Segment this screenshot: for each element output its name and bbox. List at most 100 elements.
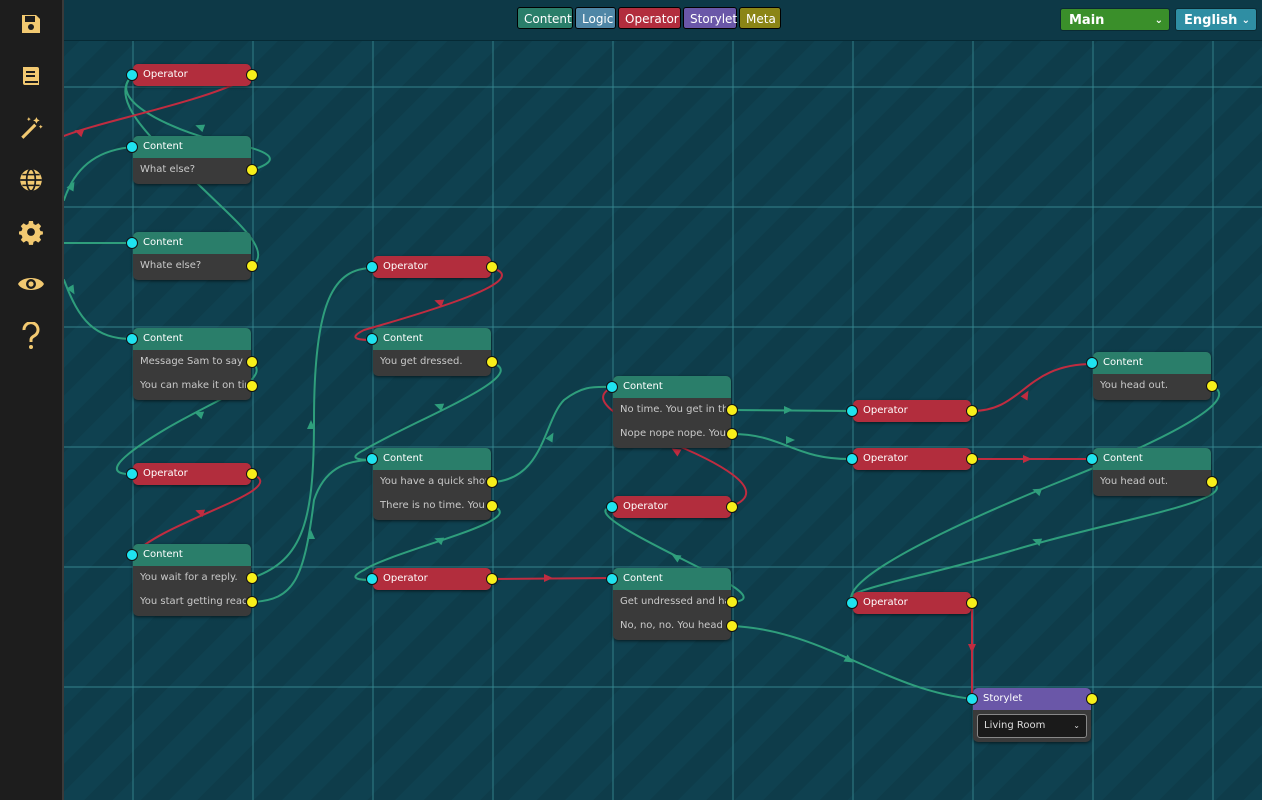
connection-wire[interactable] xyxy=(731,433,854,461)
input-port[interactable] xyxy=(846,405,858,417)
output-port[interactable] xyxy=(486,356,498,368)
output-port[interactable] xyxy=(246,69,258,81)
category-button-operator[interactable]: Operator xyxy=(618,7,681,29)
content-node[interactable]: Content You head out. xyxy=(1086,448,1218,496)
output-port[interactable] xyxy=(726,596,738,608)
magic-wand-icon xyxy=(21,117,43,139)
language-select-value: English xyxy=(1184,13,1238,28)
connection-wire[interactable] xyxy=(971,363,1094,412)
input-port[interactable] xyxy=(366,453,378,465)
output-port[interactable] xyxy=(246,380,258,392)
node-title: Operator xyxy=(373,568,491,590)
connection-wire[interactable] xyxy=(251,267,374,579)
output-port[interactable] xyxy=(966,597,978,609)
output-port[interactable] xyxy=(246,260,258,272)
input-port[interactable] xyxy=(126,141,138,153)
connection-wire[interactable] xyxy=(64,279,134,340)
category-button-storylet[interactable]: Storylet xyxy=(683,7,737,29)
preview-button[interactable] xyxy=(15,268,47,300)
output-port[interactable] xyxy=(726,428,738,440)
category-button-logic[interactable]: Logic xyxy=(575,7,616,29)
operator-node[interactable]: Operator xyxy=(846,448,978,470)
node-canvas[interactable]: Operator Content What else? Content What… xyxy=(64,0,1262,800)
input-port[interactable] xyxy=(846,597,858,609)
input-port[interactable] xyxy=(1086,453,1098,465)
operator-node[interactable]: Operator xyxy=(366,568,498,590)
output-port[interactable] xyxy=(486,476,498,488)
output-port[interactable] xyxy=(726,501,738,513)
input-port[interactable] xyxy=(606,381,618,393)
input-port[interactable] xyxy=(846,453,858,465)
node-title: Content xyxy=(613,568,731,590)
output-port[interactable] xyxy=(486,573,498,585)
operator-node[interactable]: Operator xyxy=(606,496,738,518)
output-port[interactable] xyxy=(726,404,738,416)
output-port[interactable] xyxy=(966,453,978,465)
book-button[interactable] xyxy=(15,60,47,92)
node-choice-text: You can make it on time xyxy=(140,380,246,391)
wire-arrow xyxy=(786,436,795,444)
input-port[interactable] xyxy=(126,237,138,249)
input-port[interactable] xyxy=(126,333,138,345)
storylet-dropdown-value: Living Room xyxy=(984,720,1046,731)
input-port[interactable] xyxy=(126,549,138,561)
globe-button[interactable] xyxy=(15,164,47,196)
input-port[interactable] xyxy=(606,501,618,513)
content-node[interactable]: Content No time. You get in the Nope nop… xyxy=(606,376,738,448)
output-port[interactable] xyxy=(486,500,498,512)
content-node[interactable]: Content You wait for a reply. You start … xyxy=(126,544,258,616)
storylet-dropdown[interactable]: Living Room ⌄ xyxy=(977,714,1087,738)
output-port[interactable] xyxy=(246,572,258,584)
help-button[interactable] xyxy=(15,320,47,352)
input-port[interactable] xyxy=(126,69,138,81)
wire-arrow xyxy=(195,124,206,133)
connection-wire[interactable] xyxy=(64,146,134,201)
node-choice-text: You wait for a reply. xyxy=(140,572,238,583)
content-node[interactable]: Content You have a quick shower There is… xyxy=(366,448,498,520)
output-port[interactable] xyxy=(966,405,978,417)
input-port[interactable] xyxy=(606,573,618,585)
output-port[interactable] xyxy=(246,596,258,608)
content-node[interactable]: Content Message Sam to say you You can m… xyxy=(126,328,258,400)
content-node[interactable]: Content Whate else? xyxy=(126,232,258,280)
input-port[interactable] xyxy=(366,261,378,273)
settings-button[interactable] xyxy=(15,216,47,248)
operator-node[interactable]: Operator xyxy=(846,400,978,422)
input-port[interactable] xyxy=(366,333,378,345)
output-port[interactable] xyxy=(726,620,738,632)
connection-wire[interactable] xyxy=(354,362,502,461)
output-port[interactable] xyxy=(246,164,258,176)
connection-wire[interactable] xyxy=(849,481,1218,604)
output-port[interactable] xyxy=(486,261,498,273)
branch-select[interactable]: Main ⌄ xyxy=(1060,8,1170,31)
connection-wire[interactable] xyxy=(731,625,974,700)
storylet-node[interactable]: Storylet Living Room ⌄ xyxy=(966,688,1098,742)
output-port[interactable] xyxy=(1086,693,1098,705)
input-port[interactable] xyxy=(1086,357,1098,369)
output-port[interactable] xyxy=(1206,380,1218,392)
chevron-down-icon: ⌄ xyxy=(1073,721,1080,730)
output-port[interactable] xyxy=(246,356,258,368)
operator-node[interactable]: Operator xyxy=(126,463,258,485)
input-port[interactable] xyxy=(966,693,978,705)
content-node[interactable]: Content Get undressed and hav No, no, no… xyxy=(606,568,738,640)
operator-node[interactable]: Operator xyxy=(126,64,258,86)
operator-node[interactable]: Operator xyxy=(846,592,978,614)
category-button-meta[interactable]: Meta xyxy=(739,7,781,29)
sidebar xyxy=(0,0,64,800)
input-port[interactable] xyxy=(366,573,378,585)
content-node[interactable]: Content What else? xyxy=(126,136,258,184)
content-node[interactable]: Content You get dressed. xyxy=(366,328,498,376)
save-button[interactable] xyxy=(15,8,47,40)
connection-wire[interactable] xyxy=(132,473,262,556)
chevron-down-icon: ⌄ xyxy=(1154,15,1163,26)
language-select[interactable]: English ⌄ xyxy=(1175,8,1257,31)
output-port[interactable] xyxy=(1206,476,1218,488)
content-node[interactable]: Content You head out. xyxy=(1086,352,1218,400)
operator-node[interactable]: Operator xyxy=(366,256,498,278)
eye-icon xyxy=(18,278,44,290)
category-button-content[interactable]: Content xyxy=(517,7,573,29)
magic-wand-button[interactable] xyxy=(15,112,47,144)
output-port[interactable] xyxy=(246,468,258,480)
input-port[interactable] xyxy=(126,468,138,480)
